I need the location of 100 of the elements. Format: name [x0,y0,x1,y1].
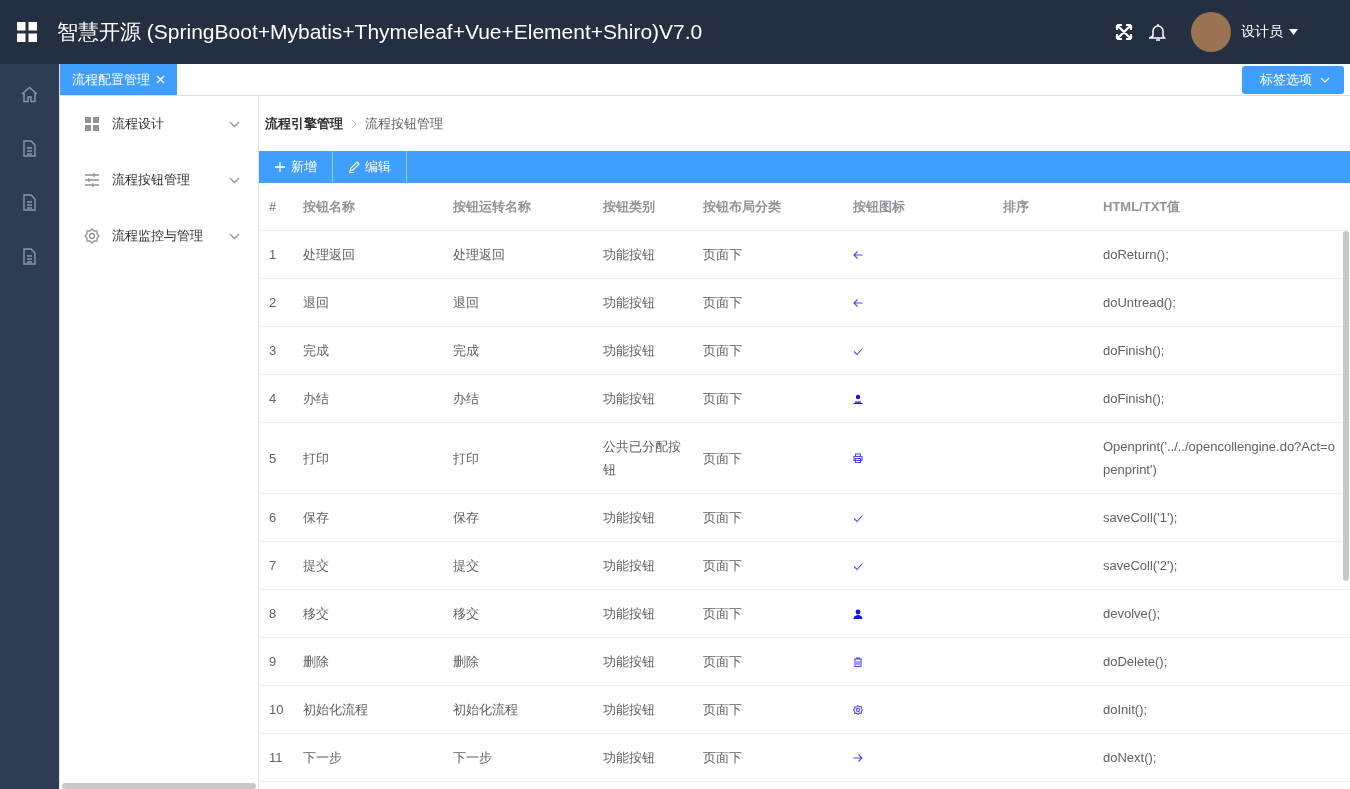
table-cell: 保存 [293,493,443,542]
table-cell: devolve(); [1093,589,1350,638]
table-cell: 功能按钮 [593,230,693,279]
close-icon[interactable] [156,75,165,84]
table-cell: 提交 [293,541,443,590]
table-cell: 页面下 [693,589,843,638]
table-cell: 功能按钮 [593,278,693,327]
menu-item-label: 流程按钮管理 [112,171,191,189]
table-cell: 打印 [293,422,443,494]
table-cell: 完成 [443,326,593,375]
table-cell: 6 [259,493,293,542]
table-cell: 9 [259,637,293,686]
menu-item-label: 流程监控与管理 [112,227,204,245]
plus-icon [274,161,286,173]
table-cell: 页面下 [693,493,843,542]
table-cell: 功能按钮 [593,493,693,542]
sidebar-menu-item[interactable]: 流程设计 [60,96,258,152]
gear-icon [853,704,863,715]
table-cell: 11 [259,733,293,782]
table-cell: 功能按钮 [593,685,693,734]
table-cell: 10 [259,685,293,734]
document-icon[interactable] [21,194,38,211]
trash-icon [853,656,863,667]
table-cell: 4 [259,374,293,423]
table-cell: 退回 [293,278,443,327]
document-icon[interactable] [21,140,38,157]
table-cell: 功能按钮 [593,541,693,590]
table-cell: 5 [259,422,293,494]
table-cell: 页面下 [693,733,843,782]
pencil-icon [348,161,360,173]
table-cell: 移交 [443,589,593,638]
table-cell: 办结 [293,374,443,423]
column-header[interactable]: 按钮名称 [293,183,443,231]
avatar-photo-placeholder[interactable] [1191,12,1231,52]
table-cell: 页面下 [693,374,843,423]
table-cell: 功能按钮 [593,374,693,423]
table-cell: 提交 [443,541,593,590]
grid-menu-icon[interactable] [17,22,37,42]
table-cell: 删除 [443,637,593,686]
table-cell: doInit(); [1093,685,1350,734]
table-cell: 页面下 [693,230,843,279]
table-cell: 处理返回 [443,230,593,279]
app-title: 智慧开源 (SpringBoot+Mybatis+Thymeleaf+Vue+Element+Shiro)V7.0 [57,19,704,45]
table-cell: 完成 [293,326,443,375]
fullscreen-icon[interactable] [1115,23,1133,41]
notification-bell-icon[interactable] [1149,23,1167,41]
sidebar-menu-item[interactable]: 流程监控与管理 [60,208,258,264]
table-cell: 删除 [293,637,443,686]
table-cell: 下一步 [293,733,443,782]
column-header[interactable]: # [259,183,293,231]
table-cell: 1 [259,230,293,279]
table-cell: 3 [259,326,293,375]
table-cell: 页面下 [693,278,843,327]
breadcrumb-item[interactable]: 流程引擎管理 [265,114,343,133]
table-cell: 8 [259,589,293,638]
column-header[interactable]: 排序 [993,183,1093,231]
table-cell: 保存 [443,493,593,542]
tab-options-button[interactable]: 标签选项 [1242,65,1344,94]
vertical-scrollbar[interactable] [1343,231,1349,581]
column-header[interactable]: 按钮运转名称 [443,183,593,231]
table-cell: 初始化流程 [293,685,443,734]
table-cell: 打印 [443,422,593,494]
table-cell: doNext(); [1093,733,1350,782]
caret-icon[interactable] [1289,29,1298,35]
horizontal-scrollbar[interactable] [62,783,256,789]
table-cell: 功能按钮 [593,637,693,686]
table-cell: 功能按钮 [593,733,693,782]
printer-icon [853,453,863,463]
gear-icon [84,228,100,244]
user-name[interactable]: 设计员 [1241,23,1283,41]
breadcrumb-item: 流程按钮管理 [365,114,443,133]
menu-item-label: 流程设计 [112,115,165,133]
table-cell: 功能按钮 [593,589,693,638]
column-header[interactable]: 按钮类别 [593,183,693,231]
column-header[interactable]: HTML/TXT值 [1093,183,1350,231]
table-cell: 公共已分配按钮 [593,422,693,494]
table-cell: 页面下 [693,685,843,734]
chevron-down-icon [1320,76,1330,83]
column-header[interactable]: 按钮布局分类 [693,183,843,231]
table-cell: 退回 [443,278,593,327]
table-cell: 功能按钮 [593,326,693,375]
grid-icon [84,116,100,132]
table-cell: 2 [259,278,293,327]
tab[interactable]: 流程配置管理 [60,64,177,95]
sidebar-menu-item[interactable]: 流程按钮管理 [60,152,258,208]
table-cell: doDelete(); [1093,637,1350,686]
check-icon [853,560,863,571]
table-cell: 下一步 [443,733,593,782]
table-cell: 处理返回 [293,230,443,279]
arrow-left-icon [853,249,863,260]
table-cell: 页面下 [693,541,843,590]
stamp-icon [853,393,863,404]
sliders-icon [84,172,100,188]
document-icon[interactable] [21,248,38,265]
home-icon[interactable] [21,86,38,103]
chevron-right-icon [351,118,357,129]
column-header[interactable]: 按钮图标 [843,183,993,231]
table-cell: 移交 [293,589,443,638]
check-icon [853,512,863,523]
arrow-left-icon [853,297,863,308]
